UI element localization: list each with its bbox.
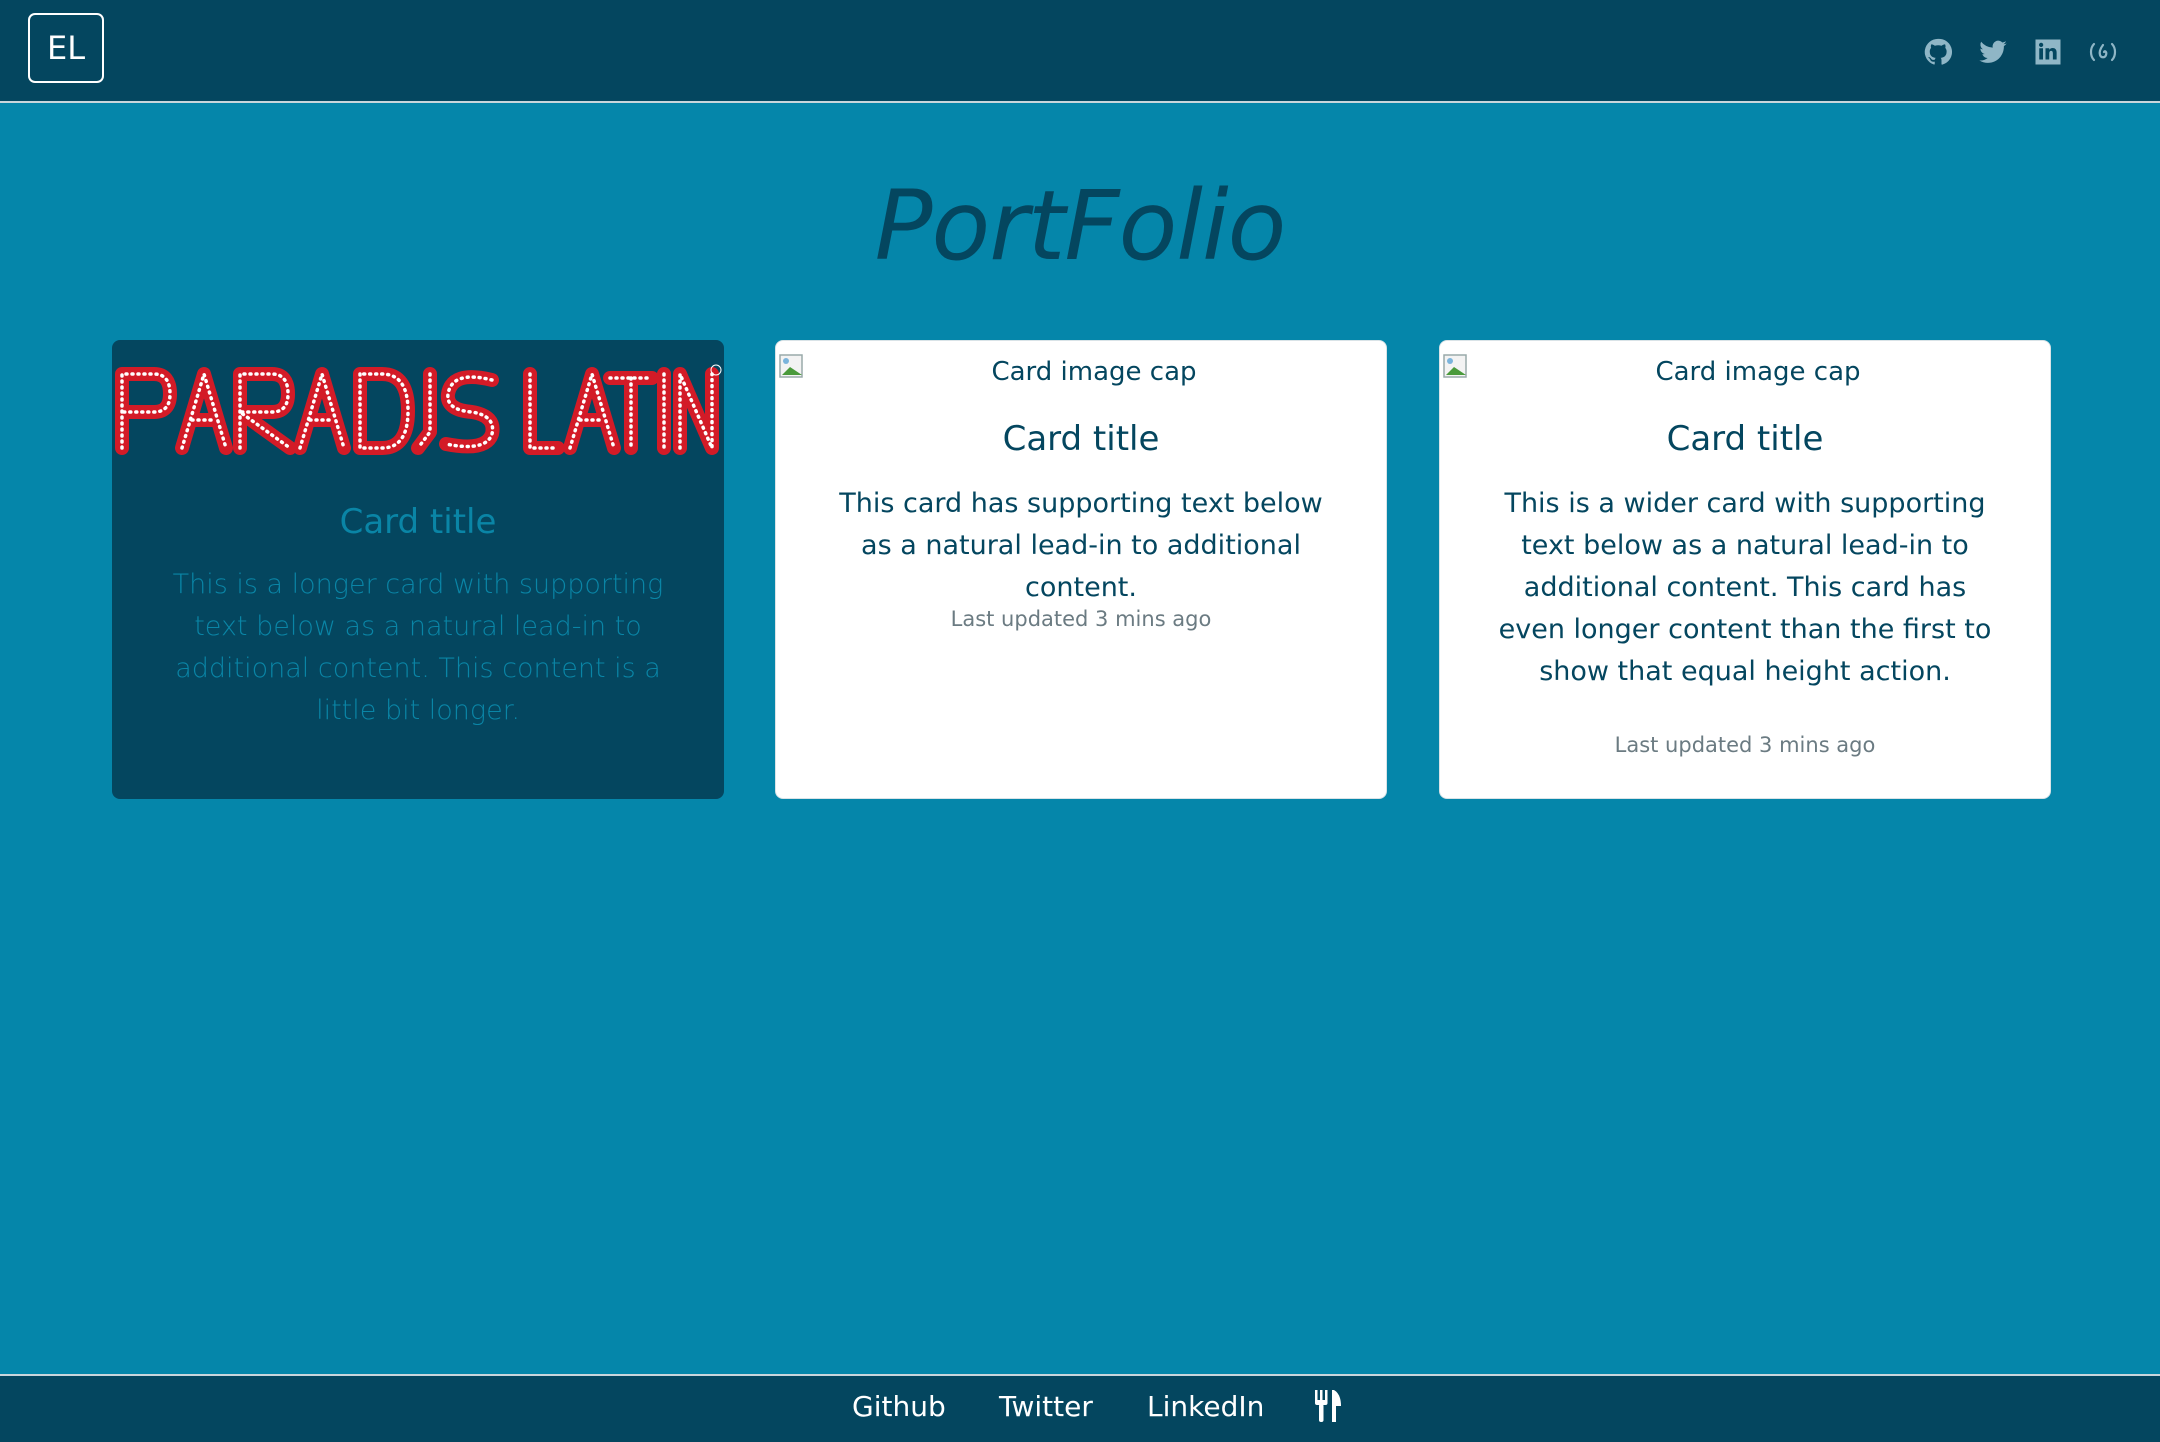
fork-knife-icon[interactable] (1312, 1388, 1344, 1424)
card-image-alt: Card image cap (991, 357, 1197, 387)
card-image: Card image cap (776, 351, 1388, 391)
last-updated-text: Last updated 3 mins ago (1614, 733, 1876, 757)
card-text: This is a longer card with supporting te… (172, 569, 664, 726)
freecodecamp-icon[interactable] (2085, 34, 2121, 70)
brand-logo[interactable]: EL (28, 13, 104, 83)
card-title: Card title (1002, 419, 1160, 459)
project-card-3[interactable]: Card image cap Card title This is a wide… (1439, 340, 2051, 799)
project-card-2[interactable]: Card image cap Card title This card has … (775, 340, 1387, 799)
card-title: Card title (339, 502, 497, 542)
footer-link-linkedin[interactable]: LinkedIn (1147, 1390, 1264, 1423)
card-text: This is a wider card with supporting tex… (1498, 488, 1992, 687)
card-text: This card has supporting text below as a… (839, 488, 1323, 603)
footer-link-twitter[interactable]: Twitter (999, 1390, 1093, 1423)
last-updated-text: Last updated 3 mins ago (950, 607, 1212, 631)
card-image: Card image cap (1440, 351, 2052, 391)
card-title: Card title (1666, 419, 1824, 459)
github-icon[interactable] (1920, 34, 1956, 70)
card-image-alt: Card image cap (1655, 357, 1861, 387)
linkedin-icon[interactable] (2030, 34, 2066, 70)
top-navbar: EL (0, 0, 2160, 103)
page-title: PortFolio (874, 170, 1287, 282)
footer-link-github[interactable]: Github (852, 1390, 946, 1423)
footer: Github Twitter LinkedIn (0, 1374, 2160, 1442)
paradis-latin-logo (115, 364, 722, 455)
twitter-icon[interactable] (1975, 34, 2011, 70)
project-card-1[interactable]: Card title This is a longer card with su… (112, 340, 724, 799)
